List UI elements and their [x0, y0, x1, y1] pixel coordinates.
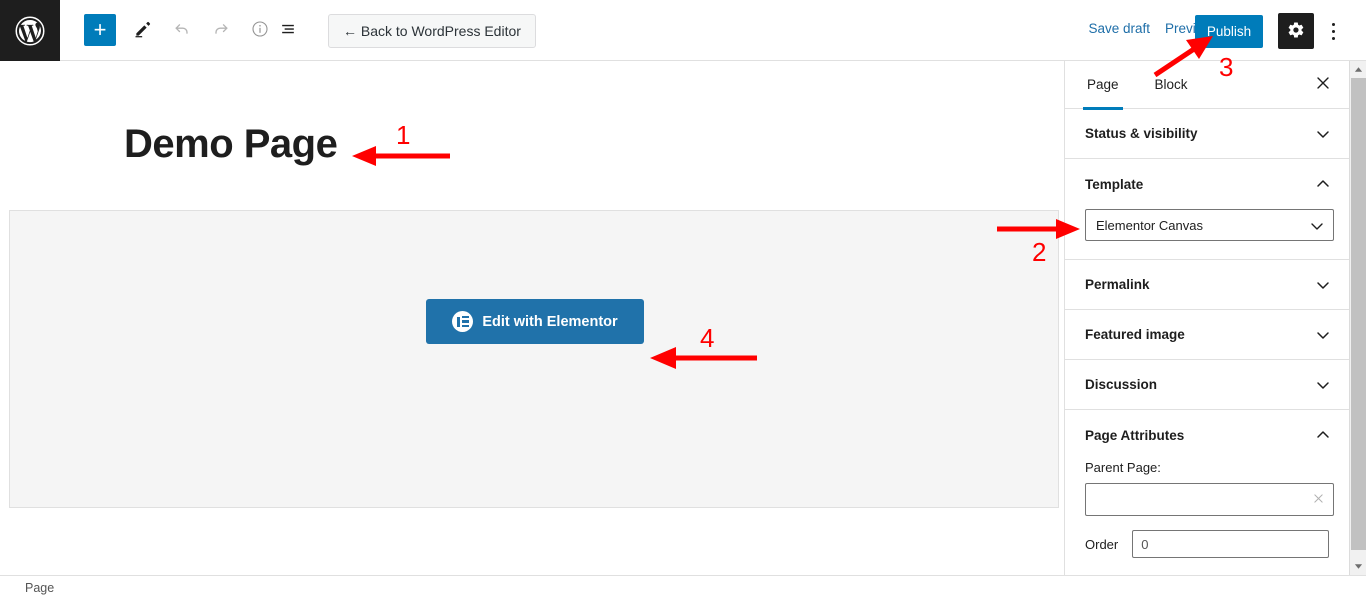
tab-block[interactable]: Block [1141, 61, 1202, 109]
pencil-icon [133, 19, 153, 42]
breadcrumb: Page [25, 581, 55, 595]
back-button-label: ← Back to WordPress Editor [343, 23, 521, 39]
publish-button[interactable]: Publish [1195, 15, 1263, 48]
template-select[interactable]: Elementor Canvas [1085, 209, 1334, 241]
panel-status-and-visibility-title: Status & visibility [1085, 126, 1198, 141]
editor-window: + ← Back to WordPress Editor Save draft … [0, 0, 1366, 600]
bottom-status-bar: Page [0, 575, 1366, 600]
sidebar-scrollbar[interactable] [1349, 61, 1366, 575]
chevron-down-icon [1315, 377, 1331, 393]
editor-canvas: Demo Page Edit with Elementor [0, 61, 1064, 575]
panel-page-attributes-title: Page Attributes [1085, 427, 1185, 443]
chevron-down-icon [1309, 218, 1325, 234]
info-circle-icon [250, 19, 270, 42]
edit-with-elementor-button[interactable]: Edit with Elementor [426, 299, 644, 344]
tools-pencil-button[interactable] [125, 12, 161, 48]
undo-arrow-icon [172, 19, 192, 42]
chevron-up-icon [1315, 427, 1331, 443]
panel-featured-image[interactable]: Featured image [1065, 310, 1349, 360]
page-title[interactable]: Demo Page [124, 124, 338, 164]
chevron-up-icon [1315, 176, 1331, 192]
top-toolbar: + ← Back to WordPress Editor Save draft … [0, 0, 1366, 61]
back-to-wordpress-editor-button[interactable]: ← Back to WordPress Editor [328, 14, 536, 48]
sidebar-tab-bar: Page Block [1065, 61, 1349, 110]
scroll-up-button[interactable] [1350, 61, 1366, 78]
save-draft-button[interactable]: Save draft [1088, 21, 1150, 36]
wordpress-logo-button[interactable] [0, 0, 60, 61]
parent-page-label: Parent Page: [1085, 460, 1161, 475]
vertical-ellipsis-icon [1331, 21, 1335, 42]
close-sidebar-button[interactable] [1311, 73, 1335, 97]
tab-page-label: Page [1087, 77, 1119, 92]
order-value: 0 [1141, 536, 1149, 552]
wordpress-logo-icon [15, 16, 45, 46]
clear-x-icon[interactable] [1312, 492, 1325, 508]
list-view-button[interactable] [270, 12, 306, 48]
panel-discussion[interactable]: Discussion [1065, 360, 1349, 410]
chevron-down-icon [1315, 327, 1331, 343]
settings-sidebar: Page Block Status & visibility Template … [1064, 61, 1349, 577]
settings-button[interactable] [1278, 13, 1314, 49]
elementor-placeholder-block[interactable]: Edit with Elementor [9, 210, 1059, 508]
panel-permalink-title: Permalink [1085, 277, 1150, 292]
redo-button[interactable] [203, 12, 239, 48]
panel-status-and-visibility[interactable]: Status & visibility [1065, 109, 1349, 159]
scroll-down-arrow-icon [1354, 558, 1363, 576]
order-label: Order [1085, 536, 1119, 552]
scroll-down-button[interactable] [1350, 558, 1366, 575]
tab-block-label: Block [1154, 77, 1188, 92]
plus-icon: + [93, 17, 107, 42]
panel-template-title: Template [1085, 176, 1144, 192]
redo-arrow-icon [211, 19, 231, 42]
template-select-value: Elementor Canvas [1096, 217, 1203, 233]
panel-page-attributes: Page Attributes Parent Page: Order 0 [1065, 410, 1349, 577]
gear-icon [1287, 21, 1305, 42]
chevron-down-icon [1315, 126, 1331, 142]
chevron-down-icon [1315, 277, 1331, 293]
order-row: Order 0 [1085, 530, 1329, 558]
panel-page-attributes-header[interactable]: Page Attributes [1085, 410, 1329, 460]
list-view-icon [278, 19, 298, 42]
scroll-up-arrow-icon [1354, 61, 1363, 79]
close-x-icon [1315, 75, 1331, 96]
add-block-button[interactable]: + [84, 14, 116, 46]
order-input[interactable]: 0 [1132, 530, 1329, 558]
panel-discussion-title: Discussion [1085, 377, 1158, 392]
tab-page[interactable]: Page [1073, 61, 1133, 110]
panel-permalink[interactable]: Permalink [1065, 260, 1349, 310]
undo-button[interactable] [164, 12, 200, 48]
parent-page-input[interactable] [1085, 483, 1334, 516]
panel-featured-image-title: Featured image [1085, 327, 1185, 342]
panel-template: Template Elementor Canvas [1065, 159, 1349, 260]
scrollbar-thumb[interactable] [1351, 78, 1366, 550]
more-options-button[interactable] [1318, 13, 1348, 49]
panel-template-header[interactable]: Template [1085, 159, 1329, 209]
elementor-logo-icon [452, 311, 474, 332]
edit-with-elementor-label: Edit with Elementor [482, 313, 618, 330]
